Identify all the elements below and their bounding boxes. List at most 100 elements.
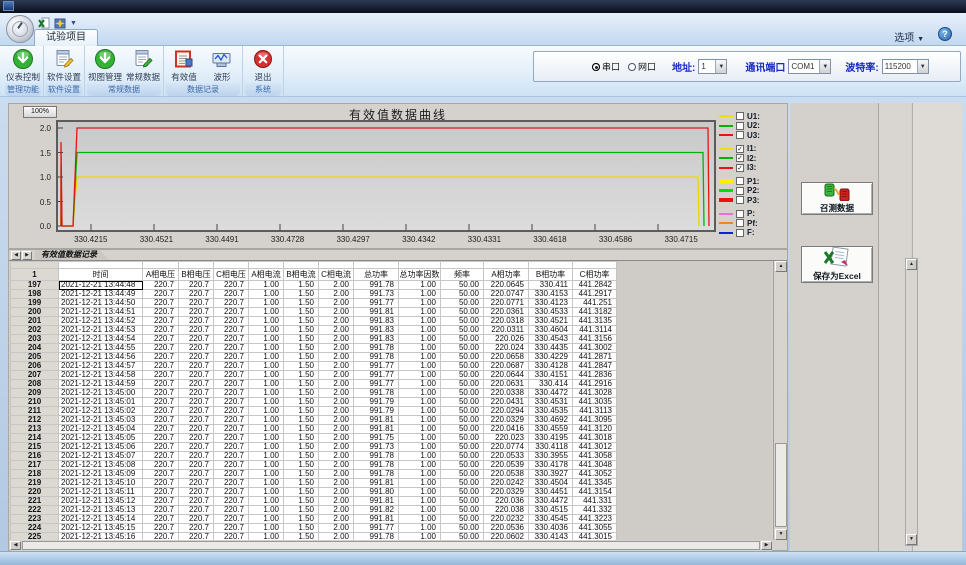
cell[interactable]: 2021-12-21 13:45:06: [59, 443, 143, 452]
cell[interactable]: 441.2842: [573, 281, 617, 290]
cell[interactable]: 220.7: [214, 524, 249, 533]
cell[interactable]: 2.00: [319, 353, 354, 362]
cell[interactable]: 220.0771: [484, 299, 529, 308]
cell[interactable]: 220.0294: [484, 407, 529, 416]
row-number[interactable]: 221: [11, 497, 59, 506]
cell[interactable]: 2021-12-21 13:44:52: [59, 317, 143, 326]
row-number[interactable]: 218: [11, 470, 59, 479]
row-number[interactable]: 214: [11, 434, 59, 443]
cell[interactable]: 220.7: [214, 497, 249, 506]
cell[interactable]: 991.81: [354, 416, 399, 425]
row-number[interactable]: 198: [11, 290, 59, 299]
cell[interactable]: 1.50: [284, 515, 319, 524]
cell[interactable]: 2.00: [319, 407, 354, 416]
cell[interactable]: 220.7: [179, 308, 214, 317]
cell[interactable]: 220.7: [143, 479, 179, 488]
cell[interactable]: 220.7: [179, 470, 214, 479]
cell[interactable]: 1.00: [249, 497, 284, 506]
cell[interactable]: 220.7: [179, 533, 214, 541]
cell[interactable]: 991.77: [354, 299, 399, 308]
cell[interactable]: 2021-12-21 13:45:04: [59, 425, 143, 434]
cell[interactable]: 2021-12-21 13:45:01: [59, 398, 143, 407]
cell[interactable]: 330.4692: [529, 416, 573, 425]
cell[interactable]: 1.50: [284, 290, 319, 299]
row-number[interactable]: 207: [11, 371, 59, 380]
cell[interactable]: 2021-12-21 13:45:03: [59, 416, 143, 425]
cell[interactable]: 220.0338: [484, 389, 529, 398]
cell[interactable]: 1.00: [399, 407, 441, 416]
cell[interactable]: 220.7: [143, 290, 179, 299]
cell[interactable]: 330.4559: [529, 425, 573, 434]
cell[interactable]: 441.3154: [573, 488, 617, 497]
exit-button[interactable]: 退出: [244, 46, 282, 83]
cell[interactable]: 1.50: [284, 488, 319, 497]
cell[interactable]: 2021-12-21 13:44:50: [59, 299, 143, 308]
cell[interactable]: 50.00: [441, 497, 484, 506]
cell[interactable]: 2.00: [319, 317, 354, 326]
row-number[interactable]: 220: [11, 488, 59, 497]
cell[interactable]: 1.00: [399, 533, 441, 541]
cell[interactable]: 220.7: [179, 380, 214, 389]
checked-checkbox-icon[interactable]: ✓: [736, 164, 744, 172]
cell[interactable]: 1.50: [284, 281, 319, 290]
cell[interactable]: 991.79: [354, 398, 399, 407]
cell[interactable]: 1.50: [284, 425, 319, 434]
cell[interactable]: 220.7: [214, 434, 249, 443]
cell[interactable]: 991.78: [354, 533, 399, 541]
cell[interactable]: 991.73: [354, 443, 399, 452]
cell[interactable]: 220.7: [214, 515, 249, 524]
scroll-left-icon[interactable]: ◀: [10, 541, 21, 550]
cell[interactable]: 50.00: [441, 299, 484, 308]
cell[interactable]: 441.2847: [573, 362, 617, 371]
cell[interactable]: 1.00: [249, 290, 284, 299]
cell[interactable]: 1.50: [284, 407, 319, 416]
cell[interactable]: 2021-12-21 13:44:51: [59, 308, 143, 317]
cell[interactable]: 220.7: [179, 425, 214, 434]
cell[interactable]: 991.77: [354, 524, 399, 533]
cell[interactable]: 1.00: [399, 416, 441, 425]
cell[interactable]: 991.78: [354, 344, 399, 353]
cell[interactable]: 220.7: [179, 416, 214, 425]
cell[interactable]: 1.50: [284, 470, 319, 479]
cell[interactable]: 220.0774: [484, 443, 529, 452]
cell[interactable]: 220.7: [143, 380, 179, 389]
cell[interactable]: 1.00: [249, 380, 284, 389]
cell[interactable]: 220.7: [143, 398, 179, 407]
cell[interactable]: 1.00: [249, 443, 284, 452]
cell[interactable]: 1.00: [249, 533, 284, 541]
unchecked-checkbox-icon[interactable]: [736, 229, 744, 237]
regular-data-button[interactable]: 常规数据: [124, 46, 162, 83]
column-header[interactable]: 总功率因数: [399, 269, 441, 281]
cell[interactable]: 220.7: [143, 371, 179, 380]
cell[interactable]: 220.7: [214, 452, 249, 461]
cell[interactable]: 50.00: [441, 479, 484, 488]
scroll-down-icon[interactable]: ▼: [906, 534, 917, 545]
cell[interactable]: 2.00: [319, 335, 354, 344]
cell[interactable]: 441.3018: [573, 434, 617, 443]
cell[interactable]: 1.50: [284, 344, 319, 353]
cell[interactable]: 1.00: [249, 299, 284, 308]
cell[interactable]: 330.4531: [529, 398, 573, 407]
cell[interactable]: 220.026: [484, 335, 529, 344]
cell[interactable]: 991.78: [354, 389, 399, 398]
cell[interactable]: 1.00: [249, 515, 284, 524]
tab-rms-data-record[interactable]: 有效值数据记录: [35, 250, 109, 260]
cell[interactable]: 1.00: [399, 389, 441, 398]
cell[interactable]: 1.00: [249, 524, 284, 533]
row-number[interactable]: 197: [11, 281, 59, 290]
cell[interactable]: 220.0658: [484, 353, 529, 362]
cell[interactable]: 50.00: [441, 524, 484, 533]
selected-cell[interactable]: 2021-12-21 13:44:48: [59, 281, 143, 290]
cell[interactable]: 1.00: [399, 290, 441, 299]
cell[interactable]: 220.023: [484, 434, 529, 443]
cell[interactable]: 991.80: [354, 488, 399, 497]
cell[interactable]: 330.4435: [529, 344, 573, 353]
cell[interactable]: 1.50: [284, 506, 319, 515]
cell[interactable]: 441.3002: [573, 344, 617, 353]
unchecked-checkbox-icon[interactable]: [736, 187, 744, 195]
cell[interactable]: 330.4472: [529, 389, 573, 398]
cell[interactable]: 441.3012: [573, 443, 617, 452]
cell[interactable]: 220.7: [179, 335, 214, 344]
cell[interactable]: 2021-12-21 13:45:14: [59, 515, 143, 524]
tab-scroll-right-button[interactable]: ▶: [22, 251, 32, 260]
